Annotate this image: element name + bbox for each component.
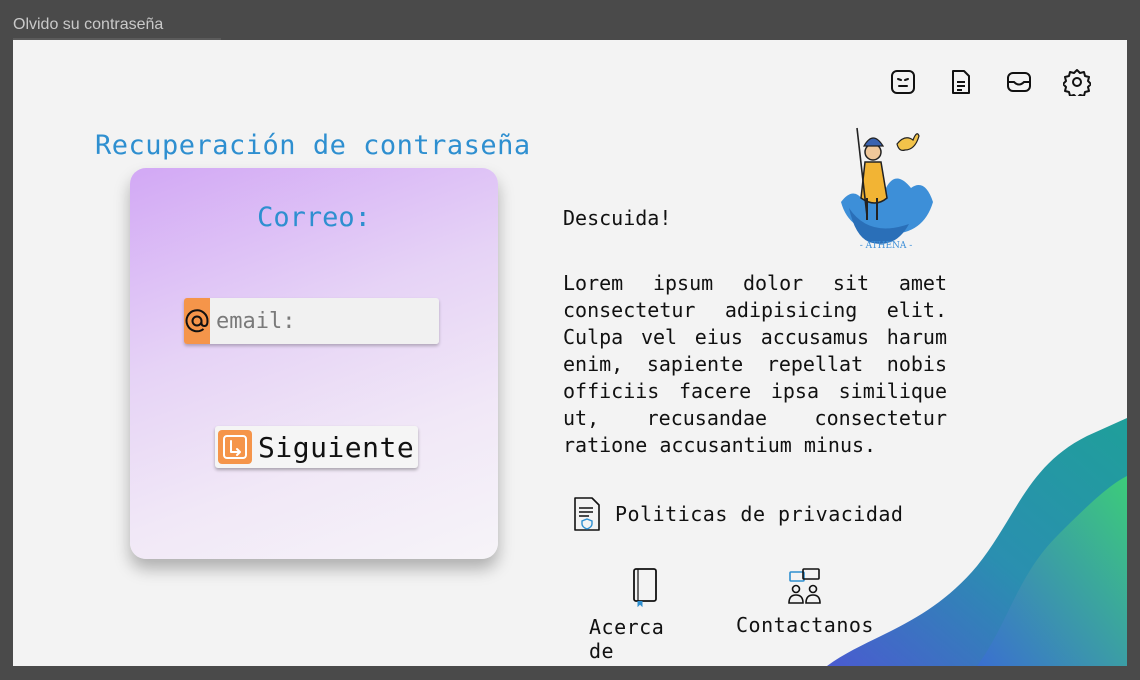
book-icon [633, 568, 657, 607]
email-field-group [184, 298, 439, 344]
document-icon[interactable] [945, 66, 977, 98]
about-label: Acerca de [589, 615, 665, 663]
logo-text: - ATHENA - [860, 241, 913, 251]
email-input[interactable] [210, 298, 439, 344]
recovery-card: Correo: Siguiente [130, 168, 498, 559]
email-label: Correo: [257, 202, 371, 233]
face-icon[interactable] [887, 66, 919, 98]
settings-icon[interactable] [1061, 66, 1093, 98]
privacy-policy-link[interactable]: Politicas de privacidad [573, 496, 903, 532]
about-link[interactable]: Acerca de [589, 567, 701, 663]
page-title: Recuperación de contraseña [95, 130, 531, 161]
toolbar [887, 66, 1093, 98]
at-sign-icon [184, 298, 210, 344]
contact-people-icon [788, 568, 821, 604]
next-button-label: Siguiente [258, 430, 415, 464]
description-paragraph: Lorem ipsum dolor sit amet consectetur a… [563, 271, 947, 457]
inbox-icon[interactable] [1003, 66, 1035, 98]
main-frame: Recuperación de contraseña Correo: Sigui… [13, 40, 1127, 666]
privacy-document-icon [574, 497, 600, 531]
next-button[interactable]: Siguiente [215, 426, 419, 468]
subheading: Descuida! [563, 206, 672, 230]
athena-logo: - ATHENA - [841, 127, 933, 251]
window-title: Olvido su contraseña [13, 16, 164, 33]
privacy-policy-label: Politicas de privacidad [615, 502, 904, 526]
contact-label: Contactanos [736, 613, 874, 637]
contact-link[interactable]: Contactanos [735, 567, 875, 637]
next-icon [218, 430, 252, 464]
